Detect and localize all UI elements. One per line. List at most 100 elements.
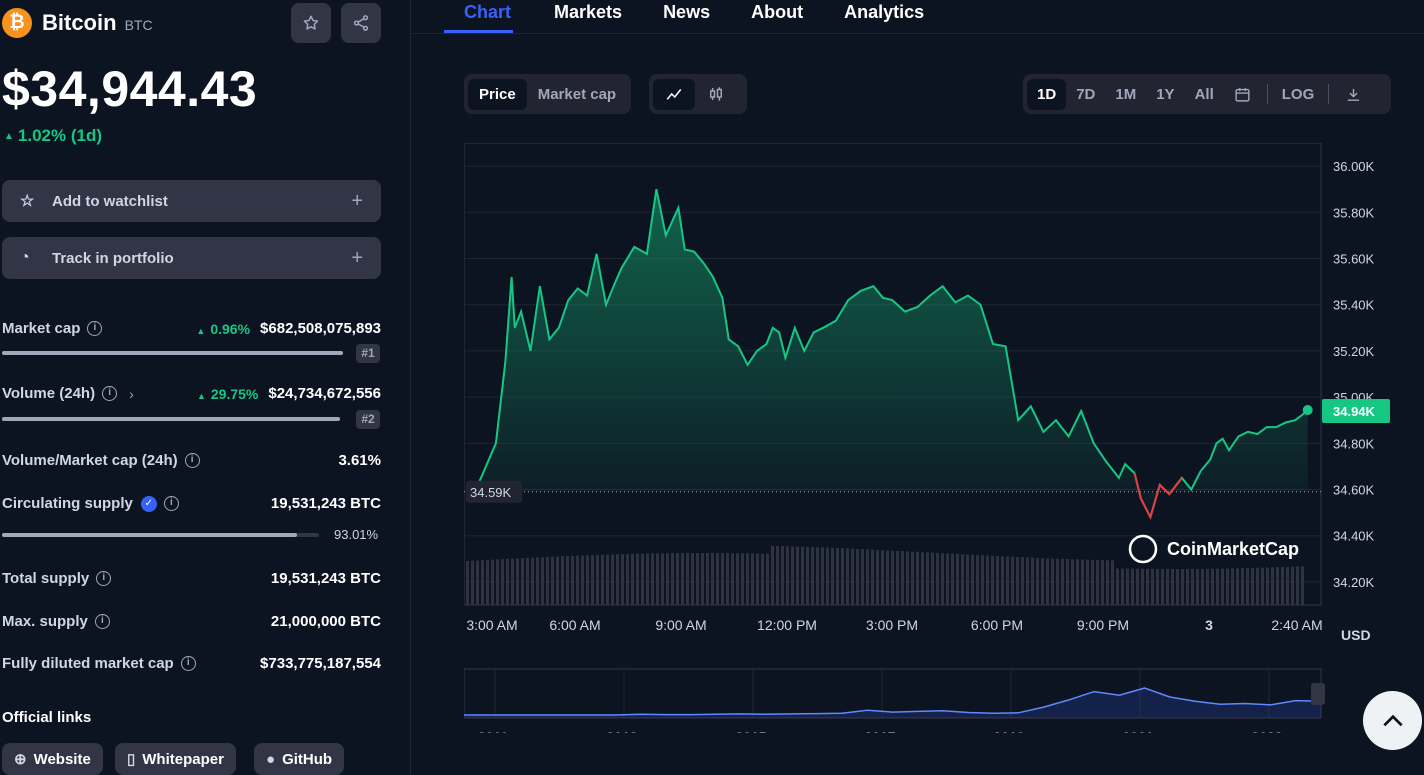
x-tick-label: 3:00 PM [866,617,918,633]
volume-bar [731,553,734,605]
y-tick-label: 35.60K [1333,252,1375,267]
volume-bar [931,552,934,605]
info-icon[interactable]: i [102,386,118,401]
price-mode-button[interactable]: Price [468,78,527,110]
bitcoin-logo-icon: ₿ [2,8,32,38]
circulating-supply-percent: 93.01% [334,527,379,542]
range-1y-button[interactable]: 1Y [1146,79,1184,110]
volume-bar [966,554,969,605]
volume-bar [1071,559,1074,605]
date-range-button[interactable] [1224,79,1261,110]
coin-header: ₿ Bitcoin BTC [2,8,153,38]
tab-news[interactable]: News [663,0,710,33]
volume-bar [886,550,889,605]
volume-bar [776,545,779,605]
star-icon: ☆ [20,193,35,210]
volume-bar [741,553,744,605]
info-icon[interactable]: i [87,321,103,336]
official-links-title: Official links [2,709,92,726]
volume-bar [721,553,724,605]
star-icon [303,15,319,30]
divider [1266,84,1268,104]
volume-bar [851,548,854,605]
x-tick-label: 2:40 AM [1271,617,1322,633]
volume-bar [1196,568,1199,605]
line-chart-icon [666,89,682,100]
candlestick-icon [710,87,722,101]
volume-bar [1231,568,1234,605]
x-tick-label: 9:00 PM [1077,617,1129,633]
volume-bar [846,548,849,605]
price-chart-svg[interactable]: 36.00K35.80K35.60K35.40K35.20K35.00K34.8… [463,142,1394,745]
volume-bar [736,553,739,605]
tabs-divider [412,33,1424,34]
current-price-dot [1302,405,1313,416]
volume-bar [1261,567,1264,605]
scroll-to-top-button[interactable] [1363,691,1422,750]
volume-bar [491,559,494,605]
volume-bar [481,560,484,605]
volume-bar [1281,567,1284,605]
volume-bar [1176,568,1179,605]
market-cap-change: ▲ 0.96% [196,320,251,337]
tab-analytics[interactable]: Analytics [844,0,924,33]
overview-handle [1311,683,1325,705]
volume-bar [631,553,634,605]
overview-year-label: 2011 [478,729,509,733]
add-to-watchlist-button[interactable]: ☆ Add to watchlist + [2,180,381,222]
tab-about[interactable]: About [751,0,803,33]
calendar-icon [1235,87,1250,102]
watchlist-star-button[interactable] [291,3,331,43]
download-button[interactable] [1335,79,1372,110]
info-icon[interactable]: i [180,656,196,671]
volume-bar [801,546,804,605]
tab-chart[interactable]: Chart [444,0,514,33]
volume-bar [1096,559,1099,605]
log-scale-button[interactable]: LOG [1274,79,1323,110]
volume-bar [526,557,529,605]
info-icon[interactable]: i [96,571,112,586]
price-chart[interactable]: 36.00K 35.80K 35.60K 35.40K 35.20K 35.00K 34.8… [463,142,1394,745]
line-chart-button[interactable] [653,78,695,110]
tab-markets[interactable]: Markets [554,0,622,33]
y-tick-label: 34.40K [1333,529,1375,544]
range-1m-button[interactable]: 1M [1105,79,1146,110]
volume-bar [646,553,649,605]
overview-year-label: 2023 [1251,729,1282,733]
x-tick-label: 12:00 PM [757,617,817,633]
download-icon [1348,88,1360,101]
volume-bar [1121,568,1124,605]
y-tick-label: 35.20K [1333,344,1375,359]
track-in-portfolio-button[interactable]: ◔ Track in portfolio + [2,237,381,279]
github-link-button[interactable]: ● GitHub [254,743,345,775]
info-icon[interactable]: i [94,614,110,629]
range-1d-button[interactable]: 1D [1027,78,1067,110]
volume-bar [1156,568,1159,605]
info-icon[interactable]: i [184,453,200,468]
share-button[interactable] [341,3,381,43]
info-icon[interactable]: i [163,496,179,511]
volume-bar [1291,566,1294,605]
volume-rank-badge: #2 [356,410,380,429]
volume-bar [601,554,604,605]
whitepaper-link-button[interactable]: ▯ Whitepaper [115,743,236,775]
chevron-right-icon[interactable]: › [129,386,134,402]
x-tick-label: 9:00 AM [655,617,706,633]
volume-bar [1236,568,1239,605]
volume-bar [1101,560,1104,605]
website-link-button[interactable]: ⊕ Website [2,743,103,775]
range-all-button[interactable]: All [1185,79,1224,110]
volume-bar [981,555,984,605]
market-cap-mode-button[interactable]: Market cap [527,79,627,110]
current-price: $34,944.43 [2,61,258,117]
y-tick-label: 34.20K [1333,575,1375,590]
range-7d-button[interactable]: 7D [1066,79,1105,110]
candlestick-chart-button[interactable] [695,79,737,110]
market-cap-rank-bar [2,351,343,355]
volume-bar [766,553,769,605]
volume-bar [956,553,959,605]
volume-bar [696,553,699,605]
volume-bar [496,559,499,605]
y-tick-label: 34.60K [1333,483,1375,498]
coinmarketcap-logo-icon [1128,534,1158,564]
